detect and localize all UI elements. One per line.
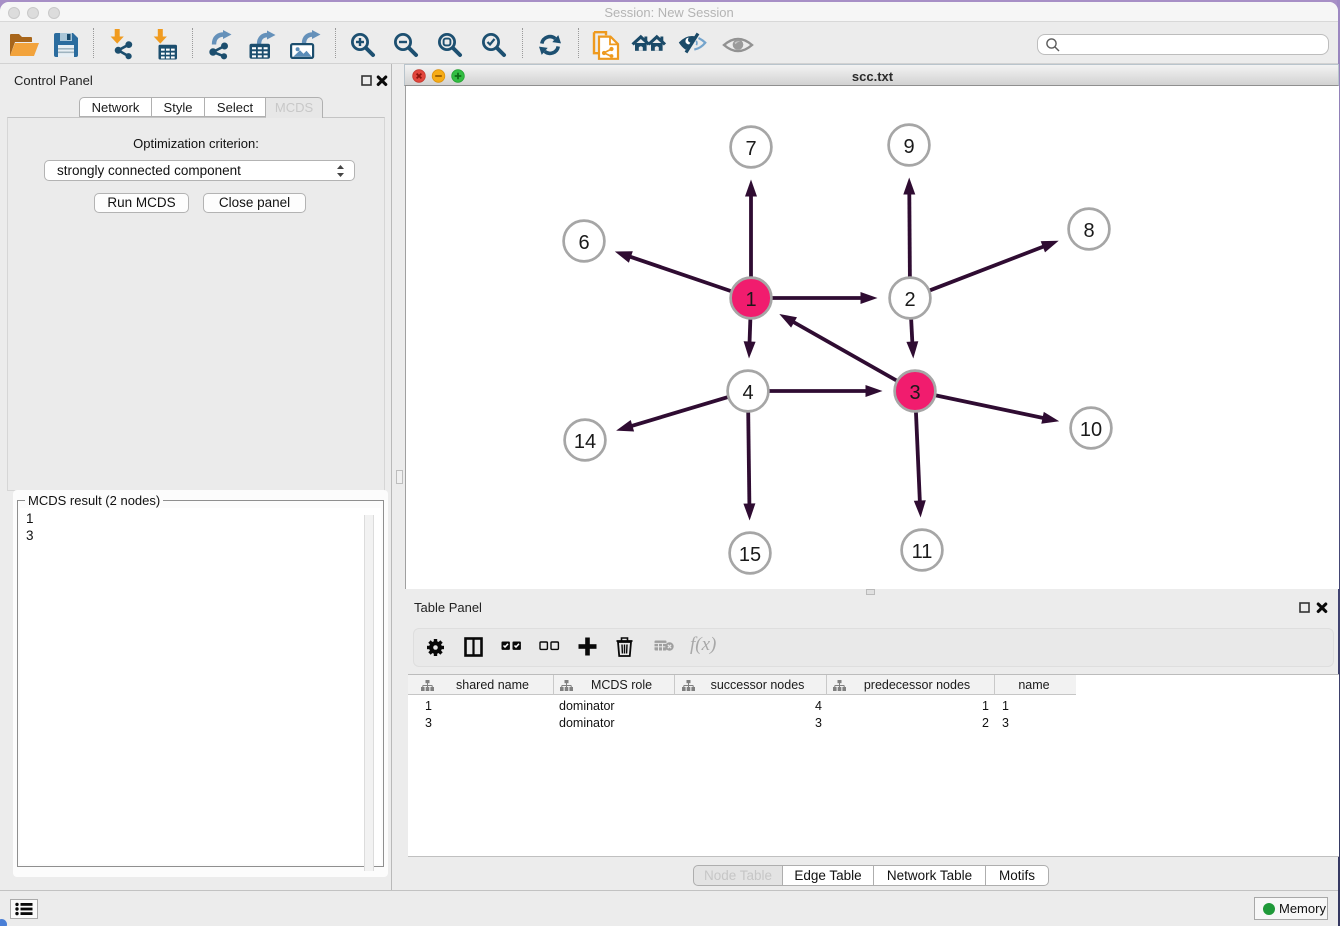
svg-text:11: 11 [912,541,933,563]
svg-text:10: 10 [1080,419,1102,441]
svg-text:6: 6 [578,232,589,254]
svg-text:9: 9 [903,136,914,158]
svg-text:1: 1 [745,289,756,311]
svg-text:7: 7 [745,138,756,160]
svg-text:8: 8 [1083,220,1094,242]
svg-text:3: 3 [909,382,920,404]
svg-text:15: 15 [739,544,761,566]
svg-text:2: 2 [904,289,915,311]
svg-text:14: 14 [574,431,596,453]
svg-text:4: 4 [742,382,753,404]
